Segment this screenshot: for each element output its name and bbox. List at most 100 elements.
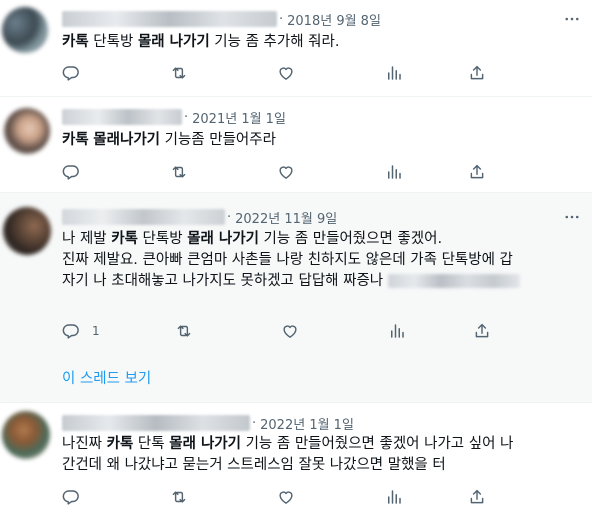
share-button[interactable] bbox=[468, 162, 486, 182]
retweet-icon bbox=[170, 488, 188, 506]
separator-dot: · bbox=[184, 109, 189, 125]
speech-bubble-icon bbox=[62, 64, 80, 82]
tweet-actions bbox=[62, 63, 482, 83]
show-thread-link[interactable]: 이 스레드 보기 bbox=[62, 367, 151, 388]
tweet-header: · 2022년 1월 1일 bbox=[62, 414, 354, 433]
text-line: 나진짜 카톡 단톡 몰래 나가기 기능 좀 만들어줬으면 좋겠어 나가고 싶어 … bbox=[62, 434, 582, 455]
text-part: 단톡방 bbox=[88, 34, 138, 50]
text-bold-part: 카톡 bbox=[111, 231, 138, 247]
share-icon bbox=[468, 488, 486, 506]
share-button[interactable] bbox=[468, 487, 486, 507]
tweet-1[interactable]: · 2018년 9월 8일 카톡 단톡방 몰래 나가기 기능 좀 추가해 줘라. bbox=[0, 0, 592, 97]
text-bold-part: 카톡 bbox=[106, 436, 134, 452]
text-line: 진짜 제발요. 큰아빠 큰엄마 사촌들 나랑 친하지도 않은데 가족 단톡방에 … bbox=[62, 252, 513, 268]
share-icon bbox=[473, 322, 491, 340]
text-bold-part: 몰래 나가기 bbox=[169, 436, 241, 452]
heart-icon bbox=[277, 488, 295, 506]
share-icon bbox=[468, 64, 486, 82]
redacted-text bbox=[387, 274, 520, 288]
separator-dot: · bbox=[279, 11, 284, 27]
speech-bubble-icon bbox=[62, 488, 80, 506]
bar-chart-icon bbox=[385, 163, 403, 181]
retweet-button[interactable] bbox=[170, 162, 188, 182]
tweet-date[interactable]: 2018년 9월 8일 bbox=[287, 10, 381, 29]
more-options-button[interactable] bbox=[562, 207, 582, 227]
author-name-redacted[interactable] bbox=[62, 11, 277, 27]
reply-button[interactable] bbox=[62, 63, 80, 83]
author-name-redacted[interactable] bbox=[62, 109, 182, 125]
text-part: 기능좀 만들어주라 bbox=[160, 132, 276, 148]
speech-bubble-icon bbox=[62, 163, 80, 181]
bar-chart-icon bbox=[385, 64, 403, 82]
like-button[interactable] bbox=[281, 321, 299, 341]
more-options-button[interactable] bbox=[562, 9, 582, 29]
text-line: 나 제발 카톡 단톡방 몰래 나가기 기능 좀 만들어줬으면 좋겠어. bbox=[62, 229, 582, 250]
like-button[interactable] bbox=[277, 487, 295, 507]
text-part: 나진짜 bbox=[62, 436, 107, 452]
more-dots-icon bbox=[563, 10, 581, 28]
views-button[interactable] bbox=[385, 162, 403, 182]
text-line: 간건데 왜 나갔냐고 묻는거 스트레스임 잘못 나갔으면 말했을 터 bbox=[62, 457, 446, 473]
heart-icon bbox=[277, 64, 295, 82]
tweet-header: · 2022년 11월 9일 bbox=[62, 208, 337, 227]
tweet-4[interactable]: · 2022년 1월 1일 나진짜 카톡 단톡 몰래 나가기 기능 좀 만들어줬… bbox=[0, 403, 592, 523]
separator-dot: · bbox=[227, 209, 232, 225]
text-bold-part: 몰래 나가기 bbox=[137, 34, 210, 50]
views-button[interactable] bbox=[385, 63, 403, 83]
bar-chart-icon bbox=[388, 322, 406, 340]
text-part: 단톡방 bbox=[137, 231, 188, 247]
like-button[interactable] bbox=[277, 162, 295, 182]
share-button[interactable] bbox=[468, 63, 486, 83]
text-bold-part: 카톡 bbox=[62, 132, 89, 148]
reply-button[interactable] bbox=[62, 487, 80, 507]
reply-button[interactable]: 1 bbox=[62, 321, 100, 341]
avatar[interactable] bbox=[2, 7, 48, 53]
speech-bubble-icon bbox=[62, 322, 80, 340]
avatar[interactable] bbox=[2, 411, 50, 459]
share-button[interactable] bbox=[473, 321, 491, 341]
text-bold-part: 카톡 bbox=[62, 34, 89, 50]
reply-button[interactable] bbox=[62, 162, 80, 182]
tweet-date[interactable]: 2021년 1월 1일 bbox=[192, 108, 286, 127]
text-part: 기능 좀 만들어줬으면 좋겠어. bbox=[258, 231, 443, 247]
retweet-icon bbox=[175, 322, 193, 340]
tweet-actions: 1 bbox=[62, 321, 482, 341]
tweet-text: 나진짜 카톡 단톡 몰래 나가기 기능 좀 만들어줬으면 좋겠어 나가고 싶어 … bbox=[62, 434, 582, 476]
bar-chart-icon bbox=[385, 488, 403, 506]
tweet-text: 카톡 단톡방 몰래 나가기 기능 좀 추가해 줘라. bbox=[62, 32, 339, 53]
retweet-icon bbox=[170, 64, 188, 82]
views-button[interactable] bbox=[388, 321, 406, 341]
avatar[interactable] bbox=[3, 207, 51, 255]
tweet-header: · 2021년 1월 1일 bbox=[62, 108, 286, 127]
tweet-text: 나 제발 카톡 단톡방 몰래 나가기 기능 좀 만들어줬으면 좋겠어. 진짜 제… bbox=[62, 229, 582, 292]
text-bold-part: 몰래 나가기 bbox=[187, 231, 259, 247]
heart-icon bbox=[277, 163, 295, 181]
share-icon bbox=[468, 163, 486, 181]
avatar[interactable] bbox=[4, 108, 50, 154]
tweet-header: · 2018년 9월 8일 bbox=[62, 10, 381, 29]
text-part: 기능 좀 만들어줬으면 좋겠어 나가고 싶어 나 bbox=[240, 436, 514, 452]
reply-count: 1 bbox=[92, 324, 100, 338]
author-name-redacted[interactable] bbox=[62, 415, 250, 431]
retweet-button[interactable] bbox=[170, 487, 188, 507]
tweet-date[interactable]: 2022년 1월 1일 bbox=[260, 414, 354, 433]
tweet-date[interactable]: 2022년 11월 9일 bbox=[235, 208, 337, 227]
more-dots-icon bbox=[563, 208, 581, 226]
retweet-button[interactable] bbox=[175, 321, 193, 341]
text-line: 자기 나 초대해놓고 나가지도 못하겠고 답답해 짜증나 bbox=[62, 271, 582, 292]
heart-icon bbox=[281, 322, 299, 340]
like-button[interactable] bbox=[277, 63, 295, 83]
text-bold-part: 몰래나가기 bbox=[93, 132, 160, 148]
text-part: 자기 나 초대해놓고 나가지도 못하겠고 답답해 짜증나 bbox=[62, 273, 384, 289]
author-name-redacted[interactable] bbox=[62, 209, 225, 225]
retweet-icon bbox=[170, 163, 188, 181]
views-button[interactable] bbox=[385, 487, 403, 507]
text-part: 단톡 bbox=[133, 436, 170, 452]
tweet-text: 카톡 몰래나가기 기능좀 만들어주라 bbox=[62, 130, 276, 151]
separator-dot: · bbox=[252, 415, 257, 431]
tweet-feed: · 2018년 9월 8일 카톡 단톡방 몰래 나가기 기능 좀 추가해 줘라.… bbox=[0, 0, 592, 523]
tweet-2[interactable]: · 2021년 1월 1일 카톡 몰래나가기 기능좀 만들어주라 bbox=[0, 97, 592, 193]
retweet-button[interactable] bbox=[170, 63, 188, 83]
text-part: 기능 좀 추가해 줘라. bbox=[209, 34, 340, 50]
tweet-3[interactable]: · 2022년 11월 9일 나 제발 카톡 단톡방 몰래 나가기 기능 좀 만… bbox=[0, 193, 592, 403]
